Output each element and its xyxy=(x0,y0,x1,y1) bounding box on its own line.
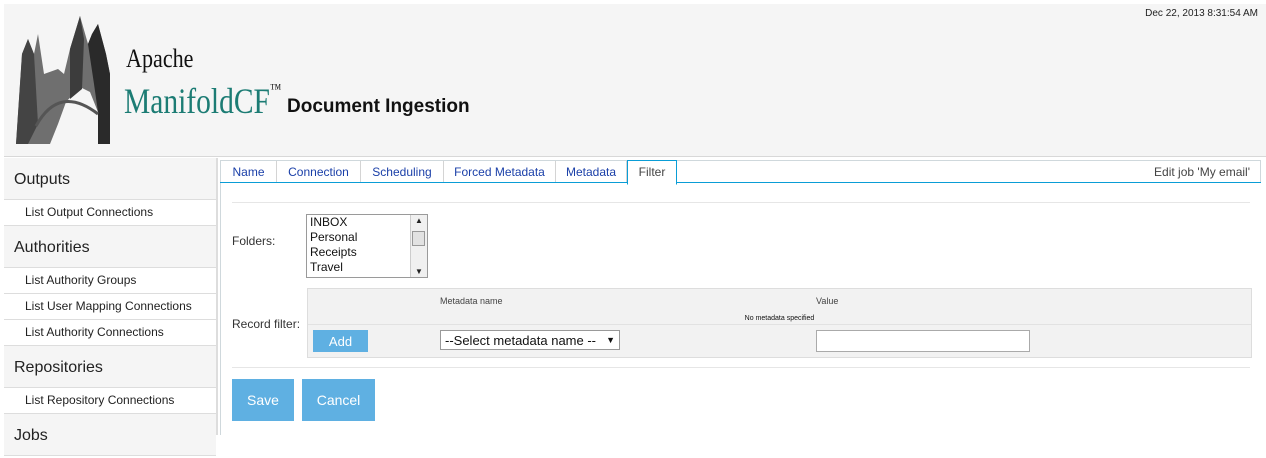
caret-down-icon: ▼ xyxy=(606,335,615,345)
sidebar-section-repositories: Repositories xyxy=(4,346,216,388)
no-metadata-message: No metadata specified xyxy=(744,315,815,322)
tab-connection[interactable]: Connection xyxy=(277,161,361,183)
main-panel: Name Connection Scheduling Forced Metada… xyxy=(219,158,1262,435)
sidebar-item-list-authority-groups[interactable]: List Authority Groups xyxy=(4,268,216,294)
logo-manifoldcf-text: ManifoldCF™ xyxy=(124,80,281,122)
chevron-up-icon[interactable]: ▲ xyxy=(415,216,423,225)
sidebar-item-list-authority-connections[interactable]: List Authority Connections xyxy=(4,320,216,346)
metadata-name-header: Metadata name xyxy=(440,296,503,306)
tab-filter[interactable]: Filter xyxy=(627,160,677,185)
folder-option[interactable]: Personal xyxy=(307,230,427,245)
sidebar-item-list-user-mapping-connections[interactable]: List User Mapping Connections xyxy=(4,294,216,320)
folder-option[interactable]: Receipts xyxy=(307,245,427,260)
value-header: Value xyxy=(816,296,839,306)
record-filter-label: Record filter: xyxy=(232,317,301,331)
add-button[interactable]: Add xyxy=(313,330,368,352)
sidebar-section-outputs: Outputs xyxy=(4,158,216,200)
scrollbar-thumb[interactable] xyxy=(412,231,425,246)
page-title: Document Ingestion xyxy=(287,96,470,117)
tab-scheduling[interactable]: Scheduling xyxy=(361,161,444,183)
edit-job-label: Edit job 'My email' xyxy=(1154,165,1250,179)
sidebar-item-list-output-connections[interactable]: List Output Connections xyxy=(4,200,216,226)
manifoldcf-logo-icon xyxy=(16,16,110,144)
value-input[interactable] xyxy=(816,330,1030,352)
sidebar-section-jobs: Jobs xyxy=(4,414,216,456)
chevron-down-icon[interactable]: ▼ xyxy=(415,267,423,276)
cancel-button[interactable]: Cancel xyxy=(302,379,375,421)
tab-forced-metadata[interactable]: Forced Metadata xyxy=(444,161,556,183)
logo-name: ManifoldCF xyxy=(124,81,270,121)
sidebar-item-list-repository-connections[interactable]: List Repository Connections xyxy=(4,388,216,414)
folders-label: Folders: xyxy=(232,234,276,248)
folders-listbox[interactable]: INBOX Personal Receipts Travel ▲ ▼ xyxy=(306,214,428,278)
listbox-scrollbar[interactable]: ▲ ▼ xyxy=(410,215,427,277)
folder-option[interactable]: Travel xyxy=(307,260,427,275)
sidebar-section-authorities: Authorities xyxy=(4,226,216,268)
tab-name[interactable]: Name xyxy=(221,161,277,183)
tab-bar: Name Connection Scheduling Forced Metada… xyxy=(220,160,1261,185)
record-filter-table: Metadata name Value No metadata specifie… xyxy=(307,288,1252,358)
divider xyxy=(232,202,1250,203)
logo-apache-text: Apache xyxy=(126,44,194,73)
metadata-name-select[interactable]: --Select metadata name -- ▼ xyxy=(440,330,620,350)
folder-option[interactable]: INBOX xyxy=(307,215,427,230)
page-header: Dec 22, 2013 8:31:54 AM Apache ManifoldC… xyxy=(4,4,1266,157)
metadata-name-select-value: --Select metadata name -- xyxy=(445,333,597,348)
timestamp: Dec 22, 2013 8:31:54 AM xyxy=(1145,8,1258,19)
tab-metadata[interactable]: Metadata xyxy=(556,161,627,183)
sidebar-nav: Outputs List Output Connections Authorit… xyxy=(4,158,216,456)
filter-form: Folders: INBOX Personal Receipts Travel … xyxy=(220,183,1262,435)
table-divider xyxy=(308,324,1251,325)
save-button[interactable]: Save xyxy=(232,379,294,421)
sidebar-divider xyxy=(216,158,218,435)
divider xyxy=(232,367,1250,368)
trademark-mark: ™ xyxy=(269,82,282,97)
